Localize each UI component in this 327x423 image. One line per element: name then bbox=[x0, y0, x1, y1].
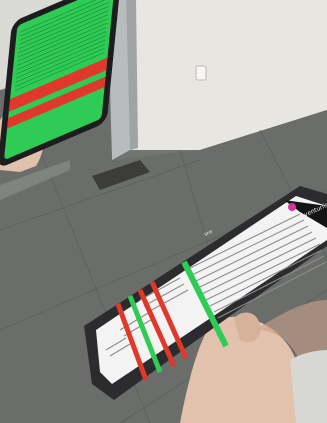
photo-scene: Inventurliste 2023 (1 sns bbox=[0, 0, 327, 423]
front-phone-screen bbox=[96, 196, 327, 384]
front-phone-status: sns bbox=[203, 229, 213, 238]
app-icon bbox=[288, 203, 296, 211]
front-phone: Inventurliste 2023 (1 sns bbox=[84, 186, 327, 400]
